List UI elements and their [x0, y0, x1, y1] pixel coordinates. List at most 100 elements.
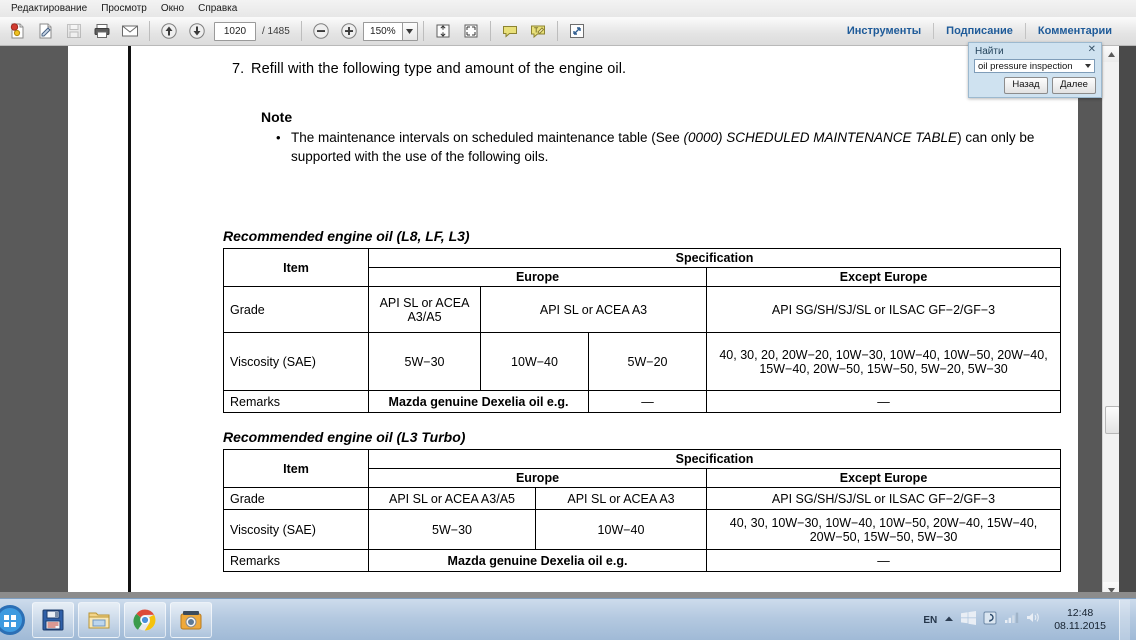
- find-input[interactable]: oil pressure inspection: [974, 59, 1095, 73]
- t1-row1-eu1: 5W−30: [368, 332, 481, 391]
- navigation-rail[interactable]: [0, 46, 68, 598]
- page-number-input[interactable]: 1020: [214, 21, 256, 41]
- menu-item-help[interactable]: Справка: [191, 1, 244, 17]
- t1-row0-eu1: API SL or ACEA A3/A5: [368, 286, 481, 333]
- t1-row2-except: —: [705, 390, 1062, 413]
- print-icon[interactable]: [90, 19, 114, 43]
- start-button[interactable]: [0, 600, 30, 640]
- table-row: Grade API SL or ACEA A3/A5 API SL or ACE…: [223, 286, 1062, 333]
- taskbar-item-save-app[interactable]: [32, 602, 74, 638]
- page-margin-rule: [128, 46, 131, 598]
- panel-tab-tools[interactable]: Инструменты: [835, 25, 933, 37]
- scrollbar-thumb[interactable]: [1105, 406, 1120, 434]
- t1-row2-eu3: —: [588, 390, 707, 413]
- taskbar-item-explorer[interactable]: [78, 602, 120, 638]
- panel-tab-comments[interactable]: Комментарии: [1026, 25, 1124, 37]
- t1-row1-except: 40, 30, 20, 20W−20, 10W−30, 10W−40, 10W−…: [705, 332, 1062, 391]
- t2-row1-eu1: 5W−30: [368, 509, 536, 550]
- menu-item-view[interactable]: Просмотр: [94, 1, 154, 17]
- network-signal-icon[interactable]: [1004, 611, 1019, 629]
- recommended-oil-table-2: Item Specification Europe Except Europe …: [223, 449, 1062, 572]
- table-row: Viscosity (SAE) 5W−30 10W−40 5W−20 40, 3…: [223, 332, 1062, 391]
- previous-page-icon[interactable]: [157, 19, 181, 43]
- show-desktop-button[interactable]: [1119, 600, 1130, 640]
- toolbar-separator-4: [489, 21, 491, 41]
- taskbar-item-chrome[interactable]: [124, 602, 166, 638]
- taskbar-item-screenshot[interactable]: [170, 602, 212, 638]
- action-center-icon[interactable]: [983, 611, 997, 630]
- step-text: Refill with the following type and amoun…: [251, 61, 627, 77]
- zoom-out-icon[interactable]: [309, 19, 333, 43]
- find-panel[interactable]: Найти ✕ oil pressure inspection Назад Да…: [968, 42, 1102, 98]
- system-tray: EN 12:48 08.11.2015: [923, 600, 1136, 640]
- scroll-up-icon[interactable]: [1103, 46, 1120, 62]
- t2-except-europe-header: Except Europe: [705, 468, 1062, 488]
- sticky-note-icon[interactable]: [498, 19, 522, 43]
- t2-row1-item: Viscosity (SAE): [223, 509, 369, 550]
- t2-row0-item: Grade: [223, 487, 369, 510]
- note-text-part1: The maintenance intervals on scheduled m…: [291, 130, 684, 145]
- t1-row0-item: Grade: [223, 286, 369, 333]
- email-icon[interactable]: [118, 19, 142, 43]
- t1-row0-eu2: API SL or ACEA A3: [480, 286, 707, 333]
- windows-taskbar: EN 12:48 08.11.2015: [0, 598, 1136, 640]
- table-row: Item Specification: [223, 449, 1062, 488]
- highlight-text-icon[interactable]: T: [526, 19, 550, 43]
- t1-row2-eu-merged: Mazda genuine Dexelia oil e.g.: [368, 390, 589, 413]
- panel-tab-sign[interactable]: Подписание: [934, 25, 1025, 37]
- t2-row1-except: 40, 30, 10W−30, 10W−40, 10W−50, 20W−40, …: [705, 509, 1062, 550]
- t2-row2-eu-merged: Mazda genuine Dexelia oil e.g.: [368, 549, 707, 572]
- svg-text:T: T: [534, 28, 539, 35]
- table-row: Grade API SL or ACEA A3/A5 API SL or ACE…: [223, 487, 1062, 510]
- table-row: Remarks Mazda genuine Dexelia oil e.g. —…: [223, 390, 1062, 413]
- bullet-icon: •: [276, 130, 281, 145]
- pdf-page[interactable]: 7. Refill with the following type and am…: [68, 46, 1081, 640]
- close-icon[interactable]: ✕: [1088, 45, 1096, 55]
- toolbar-right-panels: Инструменты Подписание Комментарии: [835, 23, 1136, 39]
- vertical-scrollbar[interactable]: [1102, 46, 1120, 598]
- zoom-level-input[interactable]: 150%: [362, 21, 402, 41]
- page-total-label: / 1485: [262, 25, 290, 37]
- t2-item-header: Item: [223, 449, 369, 488]
- note-text-reference: (0000) SCHEDULED MAINTENANCE TABLE: [683, 130, 958, 145]
- volume-icon[interactable]: [1026, 611, 1041, 629]
- find-previous-button[interactable]: Назад: [1004, 77, 1048, 94]
- table-row: Item Specification: [223, 248, 1062, 287]
- menu-bar: Редактирование Просмотр Окно Справка: [0, 0, 1136, 18]
- t1-row1-eu3: 5W−20: [588, 332, 707, 391]
- zoom-in-icon[interactable]: [337, 19, 361, 43]
- clock-time: 12:48: [1066, 607, 1094, 619]
- taskbar-clock[interactable]: 12:48 08.11.2015: [1048, 607, 1112, 633]
- zoom-dropdown-icon[interactable]: [401, 21, 418, 41]
- t1-europe-header: Europe: [368, 267, 707, 287]
- fullscreen-icon[interactable]: [565, 19, 589, 43]
- t1-spec-header: Specification: [367, 248, 1062, 268]
- menu-item-window[interactable]: Окно: [154, 1, 191, 17]
- chevron-down-icon[interactable]: [1085, 64, 1091, 68]
- windows-flag-icon[interactable]: [961, 610, 977, 630]
- t2-row2-except: —: [705, 549, 1062, 572]
- language-indicator[interactable]: EN: [923, 615, 937, 626]
- edit-pdf-icon[interactable]: [34, 19, 58, 43]
- toolbar-separator-3: [422, 21, 424, 41]
- t1-row1-item: Viscosity (SAE): [223, 332, 369, 391]
- t1-except-europe-header: Except Europe: [705, 267, 1062, 287]
- window-right-gutter: [1119, 46, 1136, 598]
- application-window: Редактирование Просмотр Окно Справка 102…: [0, 0, 1136, 640]
- menu-item-edit[interactable]: Редактирование: [4, 1, 94, 17]
- find-buttons: Назад Далее: [1004, 77, 1096, 94]
- fit-page-icon[interactable]: [431, 19, 455, 43]
- next-page-icon[interactable]: [185, 19, 209, 43]
- table1-title: Recommended engine oil (L8, LF, L3): [223, 228, 470, 244]
- t1-row1-eu2: 10W−40: [480, 332, 589, 391]
- t2-spec-header: Specification: [367, 449, 1062, 469]
- fit-width-icon[interactable]: [459, 19, 483, 43]
- show-hidden-icons-icon[interactable]: [944, 611, 954, 629]
- t1-row2-item: Remarks: [223, 390, 369, 413]
- find-next-button[interactable]: Далее: [1052, 77, 1096, 94]
- save-icon[interactable]: [62, 19, 86, 43]
- create-pdf-icon[interactable]: [6, 19, 30, 43]
- t2-row0-except: API SG/SH/SJ/SL or ILSAC GF−2/GF−3: [705, 487, 1062, 510]
- table2-title: Recommended engine oil (L3 Turbo): [223, 429, 466, 445]
- note-text: The maintenance intervals on scheduled m…: [291, 128, 1081, 166]
